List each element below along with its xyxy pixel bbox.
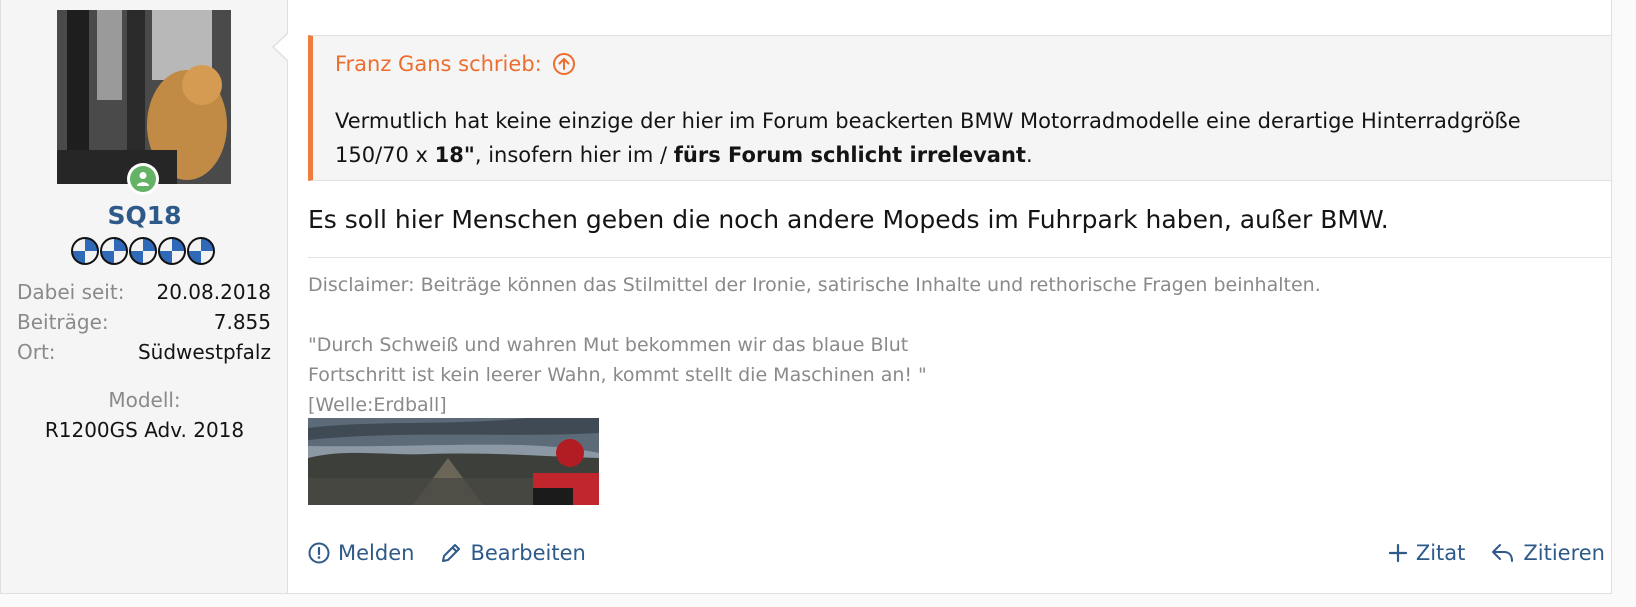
rank-icon xyxy=(71,237,99,265)
jump-to-quote-icon[interactable] xyxy=(552,52,576,76)
quote-label[interactable]: Zitieren xyxy=(1523,541,1605,565)
stat-label: Beiträge: xyxy=(17,310,109,334)
user-info-panel: SQ18 Dabei seit: 20.08.2018 Beiträge: 7.… xyxy=(1,0,288,593)
report-label[interactable]: Melden xyxy=(338,541,414,565)
message-arrow xyxy=(272,32,289,62)
signature-line: [Welle:Erdball] xyxy=(308,394,447,416)
stat-joined: Dabei seit: 20.08.2018 xyxy=(17,277,271,307)
username[interactable]: SQ18 xyxy=(1,201,288,230)
online-status-icon xyxy=(127,163,159,195)
report-button[interactable]: Melden xyxy=(308,541,414,565)
signature-image xyxy=(308,418,599,505)
stat-value: 7.855 xyxy=(213,310,271,334)
stat-label: Ort: xyxy=(17,340,56,364)
user-rank-icons xyxy=(71,237,215,265)
stat-posts: Beiträge: 7.855 xyxy=(17,307,271,337)
rank-icon xyxy=(158,237,186,265)
stat-value: Südwestpfalz xyxy=(137,340,271,364)
rank-icon xyxy=(129,237,157,265)
plus-icon xyxy=(1388,543,1407,563)
rank-icon xyxy=(100,237,128,265)
alert-circle-icon xyxy=(308,542,330,564)
signature: Disclaimer: Beiträge können das Stilmitt… xyxy=(308,270,1608,420)
rank-icon xyxy=(187,237,215,265)
post-actions-left: Melden Bearbeiten xyxy=(308,541,586,565)
quote-button[interactable]: Zitieren xyxy=(1491,541,1605,565)
signature-divider xyxy=(308,257,1612,258)
model-label: Modell: xyxy=(108,388,181,412)
model-value: R1200GS Adv. 2018 xyxy=(44,418,245,442)
post-body: Es soll hier Menschen geben die noch and… xyxy=(308,205,1389,234)
signature-line: "Durch Schweiß und wahren Mut bekommen w… xyxy=(308,334,909,356)
stat-label: Dabei seit: xyxy=(17,280,125,304)
forum-post: SQ18 Dabei seit: 20.08.2018 Beiträge: 7.… xyxy=(0,0,1612,594)
quote-text-part: , insofern hier im / xyxy=(474,143,674,167)
pencil-icon xyxy=(442,544,461,562)
quote-header[interactable]: Franz Gans schrieb: xyxy=(335,52,576,76)
quote-author[interactable]: Franz Gans schrieb: xyxy=(335,52,542,76)
multiquote-label[interactable]: Zitat xyxy=(1416,541,1466,565)
quote-block: Franz Gans schrieb: Vermutlich hat keine… xyxy=(308,35,1612,181)
post-actions-right: Zitat Zitieren xyxy=(1388,541,1605,565)
reply-icon xyxy=(1492,544,1514,562)
quote-text-bold: 18" xyxy=(434,143,475,167)
edit-label[interactable]: Bearbeiten xyxy=(470,541,585,565)
stat-value: 20.08.2018 xyxy=(156,280,271,304)
signature-disclaimer: Disclaimer: Beiträge können das Stilmitt… xyxy=(308,274,1321,296)
user-stats: Dabei seit: 20.08.2018 Beiträge: 7.855 O… xyxy=(17,277,271,367)
stat-location: Ort: Südwestpfalz xyxy=(17,337,271,367)
quote-text-part: . xyxy=(1025,143,1033,167)
edit-button[interactable]: Bearbeiten xyxy=(440,541,586,565)
message-content: Franz Gans schrieb: Vermutlich hat keine… xyxy=(308,0,1613,593)
quote-text: Vermutlich hat keine einzige der hier im… xyxy=(335,104,1595,172)
multiquote-button[interactable]: Zitat xyxy=(1388,541,1466,565)
avatar[interactable] xyxy=(57,10,231,184)
quote-text-bold: fürs Forum schlicht irrelevant xyxy=(673,143,1026,167)
signature-line: Fortschritt ist kein leerer Wahn, kommt … xyxy=(308,364,927,386)
